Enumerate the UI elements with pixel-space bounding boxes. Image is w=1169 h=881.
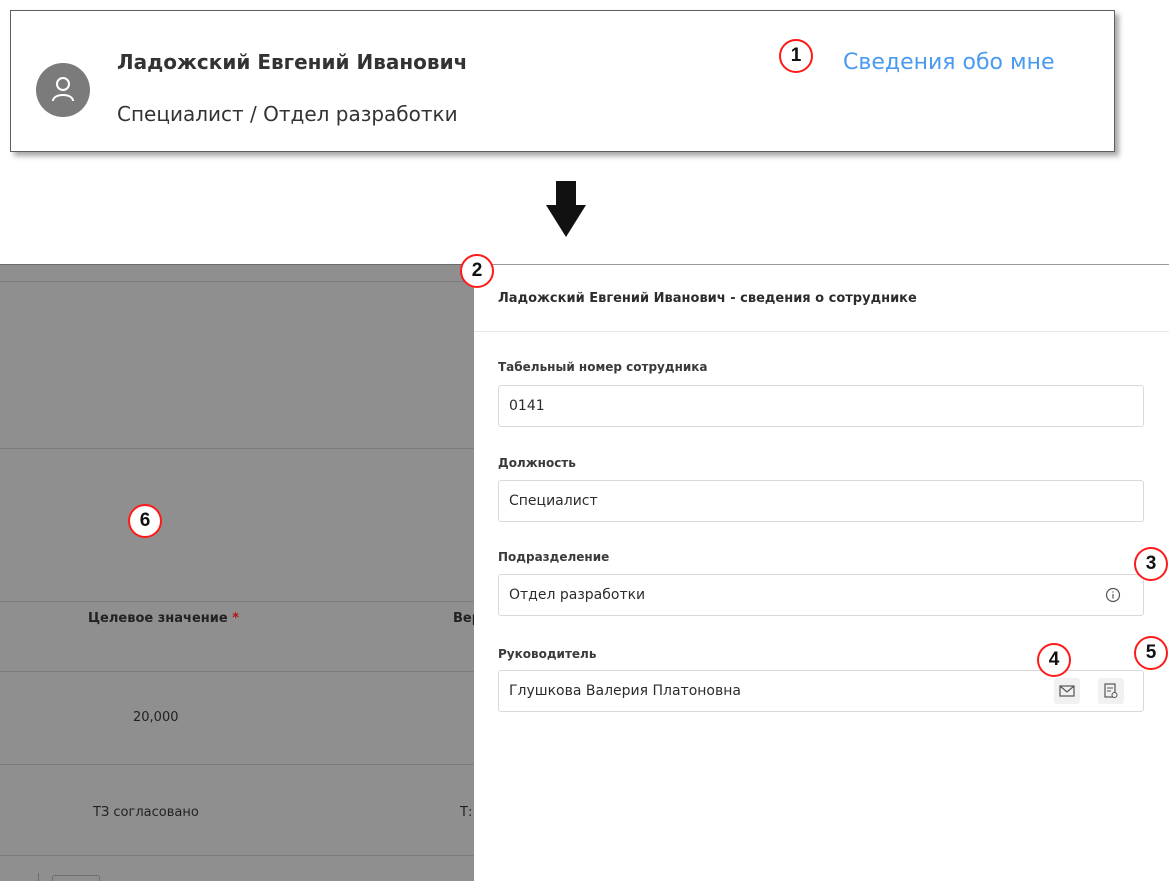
callout-4: 4 — [1037, 643, 1071, 677]
user-icon — [52, 77, 74, 102]
background-overlay: Целевое значение * Вер 20,000 ТЗ согласо… — [0, 264, 474, 881]
department-value: Отдел разработки — [509, 587, 646, 603]
department-field[interactable]: Отдел разработки — [498, 574, 1144, 616]
field-label-employee-number: Табельный номер сотрудника — [498, 360, 708, 374]
table-cell: Т: — [460, 805, 473, 820]
field-label-position: Должность — [498, 456, 576, 470]
about-me-link[interactable]: Сведения обо мне — [843, 50, 1055, 75]
column-header-target: Целевое значение * — [88, 611, 240, 626]
field-label-department: Подразделение — [498, 550, 610, 564]
panel-title: Ладожский Евгений Иванович - сведения о … — [498, 291, 917, 306]
profile-name: Ладожский Евгений Иванович — [117, 50, 468, 74]
avatar — [36, 63, 90, 117]
profile-card: Ладожский Евгений Иванович Специалист / … — [10, 10, 1115, 152]
mail-icon[interactable] — [1054, 678, 1080, 704]
document-icon[interactable] — [1098, 678, 1124, 704]
column-header-truncated: Вер — [453, 611, 474, 626]
table-cell: 20,000 — [133, 710, 179, 725]
callout-6: 6 — [128, 504, 162, 538]
panel-divider — [474, 331, 1169, 332]
employee-info-panel: Ладожский Евгений Иванович - сведения о … — [474, 264, 1169, 881]
field-label-manager: Руководитель — [498, 647, 597, 661]
table-cell: ТЗ согласовано — [93, 805, 199, 820]
manager-field[interactable]: Глушкова Валерия Платоновна — [498, 670, 1144, 712]
callout-1: 1 — [779, 39, 813, 73]
callout-5: 5 — [1134, 636, 1168, 670]
callout-3: 3 — [1134, 547, 1168, 581]
position-field[interactable]: Специалист — [498, 480, 1144, 522]
manager-value: Глушкова Валерия Платоновна — [509, 683, 741, 699]
pager-select — [52, 875, 100, 881]
info-icon[interactable] — [1103, 585, 1123, 605]
profile-role: Специалист / Отдел разработки — [117, 102, 458, 126]
callout-2: 2 — [460, 254, 494, 288]
employee-number-field[interactable]: 0141 — [498, 385, 1144, 427]
arrow-down-icon — [546, 181, 586, 237]
